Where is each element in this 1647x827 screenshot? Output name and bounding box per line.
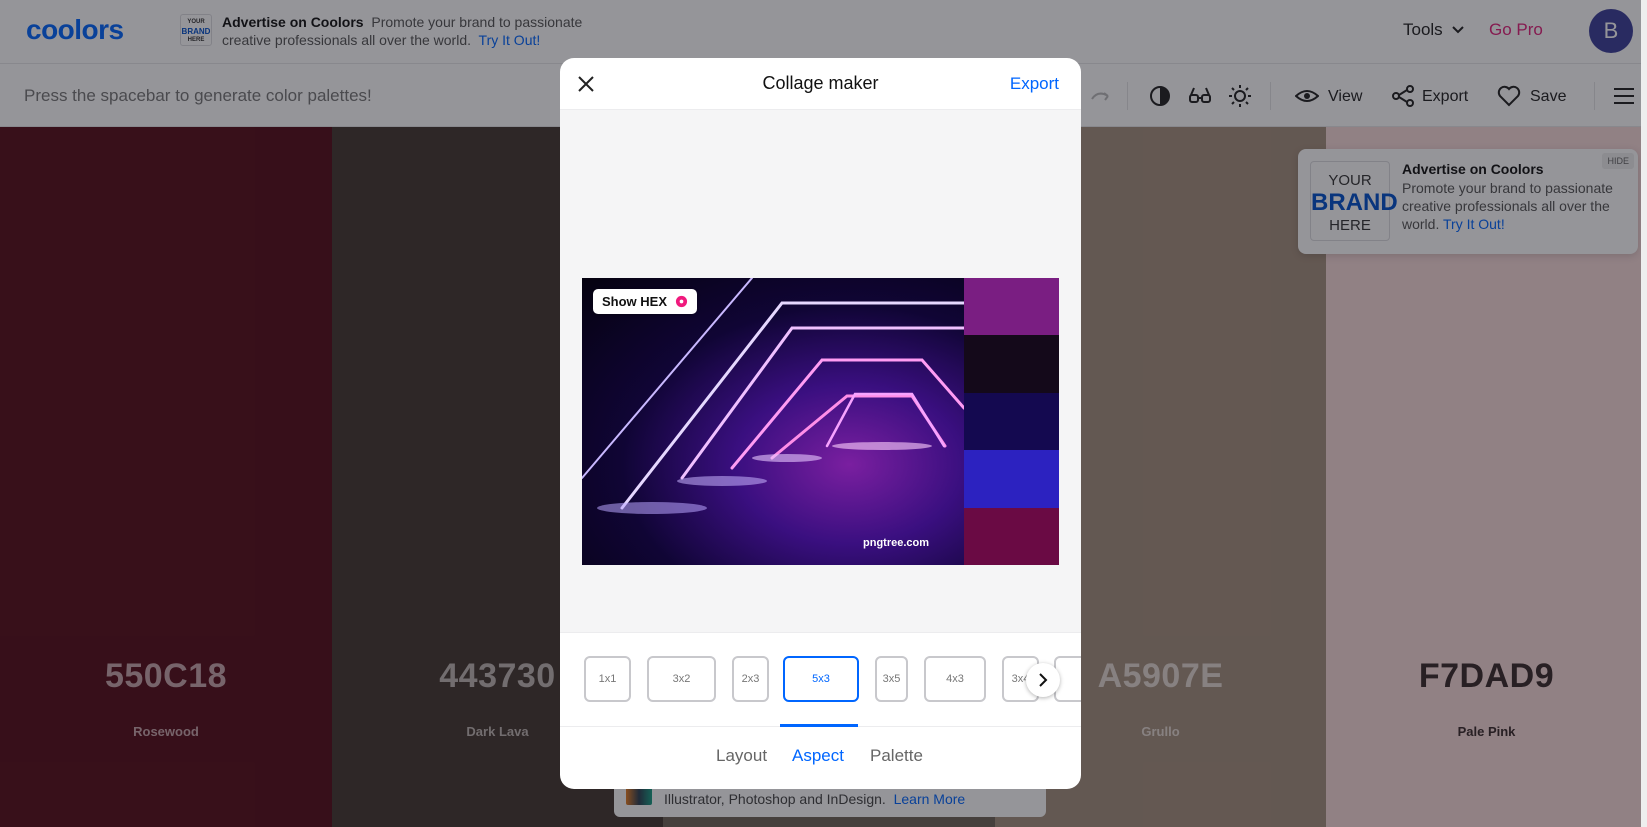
collage-preview-area: Show HEX pngtree.com [560, 110, 1081, 632]
aspect-ratio-strip: 1x1 3x2 2x3 5x3 3x5 4x3 3x4 [560, 632, 1081, 727]
page-scrollbar[interactable] [1641, 0, 1647, 827]
collage-swatch [964, 507, 1059, 566]
collage-preview: Show HEX pngtree.com [582, 278, 1059, 566]
scroll-right-button[interactable] [1026, 663, 1060, 697]
coolors-page: coolors YOUR BRAND HERE Advertise on Coo… [0, 0, 1647, 827]
modal-title: Collage maker [762, 73, 879, 93]
neon-tunnel-image [582, 278, 964, 514]
ratio-option[interactable]: 4x3 [924, 656, 986, 702]
chevron-right-icon [1039, 673, 1048, 687]
ratio-option[interactable]: 1x1 [584, 656, 631, 702]
ratio-option[interactable]: 3x2 [647, 656, 716, 702]
gear-icon [675, 295, 688, 308]
tab-layout[interactable]: Layout [716, 746, 767, 766]
collage-swatch [964, 450, 1059, 508]
ratio-option[interactable]: 2x3 [732, 656, 769, 702]
collage-swatch [964, 392, 1059, 451]
modal-export-button[interactable]: Export [1010, 74, 1059, 94]
modal-header: Collage maker Export [560, 58, 1081, 110]
show-hex-label: Show HEX [602, 294, 668, 309]
collage-photo[interactable]: Show HEX pngtree.com [582, 278, 964, 565]
tab-aspect[interactable]: Aspect [792, 746, 844, 766]
collage-swatch [964, 335, 1059, 393]
image-watermark: pngtree.com [863, 537, 930, 549]
collage-swatches [964, 278, 1059, 566]
show-hex-toggle[interactable]: Show HEX [593, 289, 698, 314]
collage-maker-modal: Collage maker Export Show HEX pngtree.co… [560, 58, 1081, 789]
modal-tabs: Layout Aspect Palette [560, 727, 1081, 789]
ratio-option[interactable]: 3x5 [875, 656, 908, 702]
collage-swatch [964, 278, 1059, 336]
tab-palette[interactable]: Palette [870, 746, 923, 766]
ratio-option-selected[interactable]: 5x3 [783, 656, 859, 702]
